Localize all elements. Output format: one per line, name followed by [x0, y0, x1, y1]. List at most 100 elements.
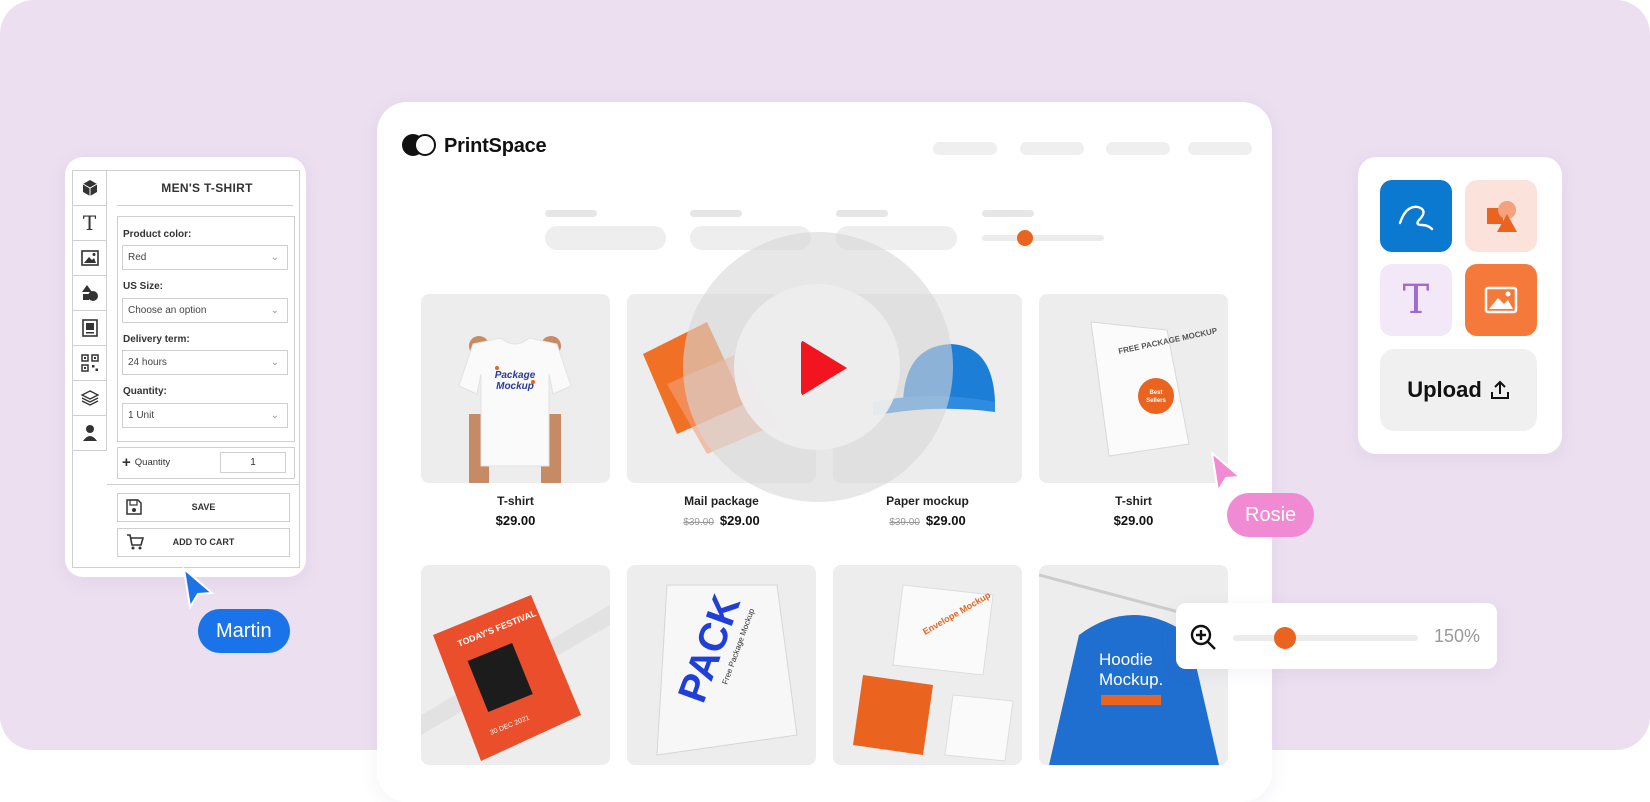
delivery-select[interactable]: 24 hours ⌄ — [122, 350, 288, 375]
shapes-tool-icon[interactable] — [73, 276, 107, 311]
zoom-control: 150% — [1176, 603, 1497, 669]
zoom-value: 150% — [1434, 626, 1481, 646]
play-icon[interactable] — [801, 340, 847, 396]
product-old-price: $39.00 — [889, 517, 920, 528]
cart-label: ADD TO CART — [172, 537, 235, 547]
cart-icon — [126, 534, 145, 561]
template-tool-icon[interactable] — [73, 311, 107, 346]
svg-text:Hoodie: Hoodie — [1099, 650, 1153, 669]
nav-placeholder[interactable] — [1020, 142, 1084, 155]
design-toolbar: T — [73, 171, 107, 451]
product-cube-icon[interactable] — [73, 171, 107, 206]
layers-icon[interactable] — [73, 381, 107, 416]
save-icon — [126, 499, 142, 526]
shapes-button[interactable] — [1465, 180, 1537, 252]
size-label: US Size: — [123, 281, 164, 292]
nav-placeholder[interactable] — [1106, 142, 1170, 155]
zoom-slider-track[interactable] — [1233, 635, 1418, 641]
pen-curve-icon — [1398, 205, 1434, 231]
svg-text:Mockup: Mockup — [496, 381, 534, 392]
filter-label-placeholder — [545, 210, 597, 217]
product-image-tshirt: Package Mockup — [421, 294, 610, 483]
delivery-label: Delivery term: — [123, 334, 190, 345]
chevron-down-icon: ⌄ — [270, 357, 279, 368]
cursor-label-rosie: Rosie — [1227, 493, 1315, 537]
qr-code-icon[interactable] — [73, 346, 107, 381]
save-label: SAVE — [191, 502, 216, 512]
text-button[interactable]: T — [1380, 264, 1452, 336]
zoom-slider-handle[interactable] — [1274, 627, 1296, 649]
product-card[interactable]: TODAY'S FESTIVAL 30 DEC 2021 — [421, 565, 610, 765]
nav-placeholder[interactable] — [1188, 142, 1252, 155]
svg-text:Best: Best — [1149, 390, 1162, 396]
text-icon: T — [1402, 277, 1430, 323]
product-price-value: $29.00 — [719, 513, 760, 528]
product-name[interactable]: T-shirt — [421, 494, 610, 508]
color-select-value: Red — [128, 252, 147, 263]
product-card[interactable]: PACK Free Package Mockup — [627, 565, 816, 765]
svg-text:Sellers: Sellers — [1146, 398, 1166, 404]
product-price: $39.00 $29.00 — [627, 513, 816, 528]
chevron-down-icon: ⌄ — [270, 252, 279, 263]
add-quantity-button[interactable]: + Quantity — [122, 454, 170, 471]
quantity-input[interactable]: 1 — [220, 452, 286, 473]
product-image-pack: PACK Free Package Mockup — [627, 565, 816, 765]
product-customizer-panel: T MEN'S T-SHIRT Product color: Red ⌄ US … — [65, 157, 306, 577]
filter-label-placeholder — [982, 210, 1034, 217]
product-options: Product color: Red ⌄ US Size: Choose an o… — [117, 216, 295, 442]
design-tools-panel: T Upload — [1358, 157, 1562, 454]
quantity-select[interactable]: 1 Unit ⌄ — [122, 403, 288, 428]
quantity-select-value: 1 Unit — [128, 410, 155, 421]
image-tool-icon[interactable] — [73, 241, 107, 276]
price-slider-track[interactable] — [982, 235, 1104, 241]
svg-text:Mockup.: Mockup. — [1099, 670, 1163, 689]
size-select[interactable]: Choose an option ⌄ — [122, 298, 288, 323]
price-slider-handle[interactable] — [1017, 230, 1033, 246]
divider — [117, 205, 293, 206]
product-name[interactable]: T-shirt — [1039, 494, 1228, 508]
product-card[interactable]: FREE PACKAGE MOCKUP Best Sellers T-shirt… — [1039, 294, 1228, 528]
product-old-price: $39.00 — [683, 517, 714, 528]
product-card[interactable]: Envelope Mockup — [833, 565, 1022, 765]
chevron-down-icon: ⌄ — [270, 305, 279, 316]
image-button[interactable] — [1465, 264, 1537, 336]
brand-name: PrintSpace — [444, 134, 547, 157]
product-price-value: $29.00 — [495, 513, 536, 528]
product-price: $29.00 — [421, 513, 610, 528]
zoom-in-icon[interactable] — [1189, 623, 1217, 651]
brand-logo[interactable]: PrintSpace — [402, 134, 547, 158]
product-card[interactable]: Package Mockup T-shirt $29.00 — [421, 294, 610, 528]
color-select[interactable]: Red ⌄ — [122, 245, 288, 270]
product-price: $29.00 — [1039, 513, 1228, 528]
filter-placeholder[interactable] — [545, 226, 666, 250]
divider — [107, 484, 299, 485]
product-price-value: $29.00 — [1113, 513, 1154, 528]
upload-icon — [1490, 380, 1509, 399]
product-image-poster: TODAY'S FESTIVAL 30 DEC 2021 — [421, 565, 610, 765]
product-image-envelope: Envelope Mockup — [833, 565, 1022, 765]
cursor-arrow-icon — [1210, 451, 1243, 493]
product-image-bag: FREE PACKAGE MOCKUP Best Sellers — [1039, 294, 1228, 483]
text-tool-icon[interactable]: T — [73, 206, 107, 241]
color-label: Product color: — [123, 229, 192, 240]
product-name[interactable]: Paper mockup — [833, 494, 1022, 508]
chevron-down-icon: ⌄ — [270, 410, 279, 421]
nav-placeholder[interactable] — [933, 142, 997, 155]
delivery-select-value: 24 hours — [128, 357, 167, 368]
image-icon — [1484, 286, 1518, 314]
filter-label-placeholder — [690, 210, 742, 217]
shapes-icon — [1487, 201, 1517, 232]
product-price: $39.00 $29.00 — [833, 513, 1022, 528]
save-button[interactable]: SAVE — [117, 493, 290, 522]
add-to-cart-button[interactable]: ADD TO CART — [117, 528, 290, 557]
user-icon[interactable] — [73, 416, 107, 451]
quantity-row: + Quantity 1 — [117, 447, 295, 479]
upload-button[interactable]: Upload — [1380, 349, 1537, 431]
product-price-value: $29.00 — [925, 513, 966, 528]
draw-tool-button[interactable] — [1380, 180, 1452, 252]
quantity-label: Quantity: — [123, 386, 167, 397]
svg-text:Package: Package — [495, 370, 536, 381]
quantity-add-label: Quantity — [134, 457, 171, 468]
cursor-label-martin: Martin — [198, 609, 290, 653]
product-title: MEN'S T-SHIRT — [161, 181, 253, 195]
